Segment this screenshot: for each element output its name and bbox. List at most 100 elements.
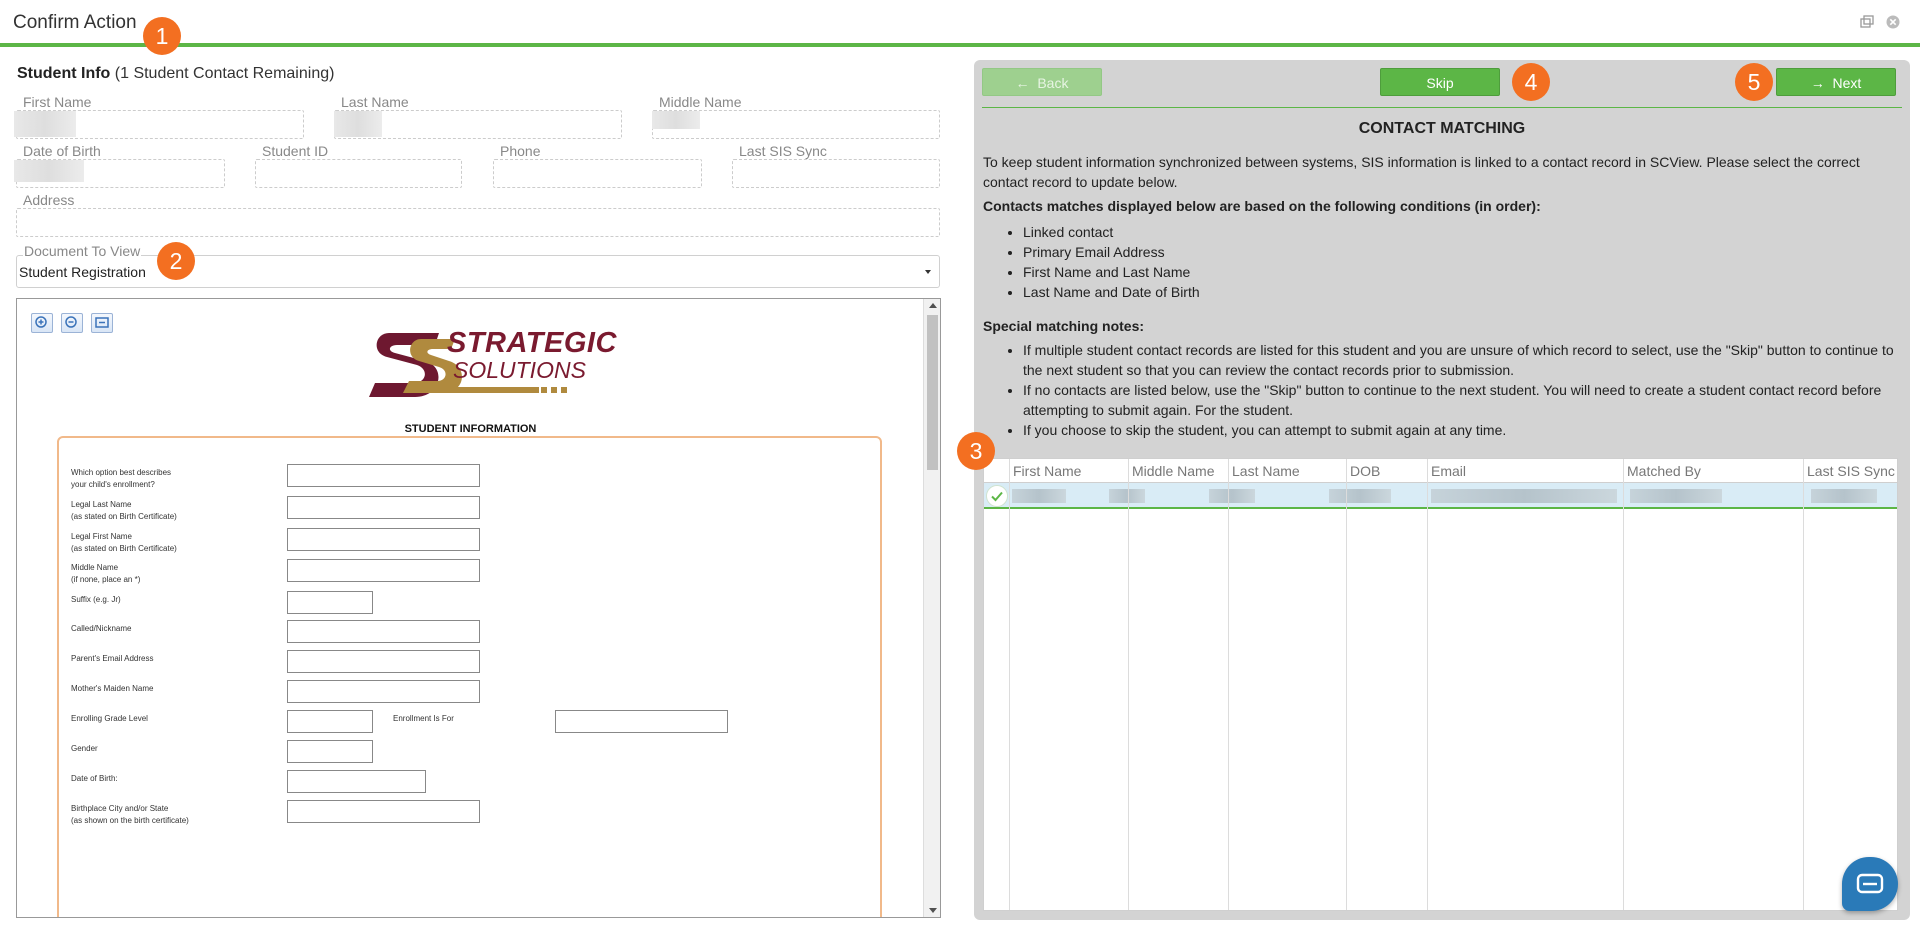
form-row-label-line2: your child's enrollment? — [71, 480, 155, 489]
condition-item: First Name and Last Name — [1023, 262, 1200, 282]
column-divider — [1228, 483, 1229, 910]
form-row-label-line1: Suffix (e.g. Jr) — [71, 595, 121, 604]
chevron-down-icon — [925, 270, 931, 274]
conditions-list: Linked contactPrimary Email AddressFirst… — [983, 222, 1200, 302]
student-id-field: Student ID — [255, 143, 462, 188]
row-dob — [1329, 489, 1391, 503]
form-row-label: Parent's Email Address — [71, 653, 153, 665]
form-row-label-line1: Enrolling Grade Level — [71, 714, 148, 723]
form-row-label: Which option best describes your child's … — [71, 467, 171, 491]
form-row-label-line1: Middle Name — [71, 563, 119, 572]
middle-name-label: Middle Name — [659, 94, 742, 110]
column-header[interactable]: Email — [1427, 459, 1623, 483]
zoom-in-icon[interactable] — [31, 313, 53, 333]
conditions-heading: Contacts matches displayed below are bas… — [983, 198, 1541, 214]
chat-button[interactable] — [1842, 857, 1898, 911]
dob-field: Date of Birth — [14, 143, 225, 188]
condition-item: Last Name and Date of Birth — [1023, 282, 1200, 302]
row-matched-by — [1630, 489, 1722, 503]
column-divider — [1803, 483, 1804, 910]
notes-heading: Special matching notes: — [983, 318, 1145, 334]
skip-label: Skip — [1426, 75, 1454, 91]
form-row-label-line1: Legal Last Name — [71, 500, 132, 509]
form-row-label-line2: (as stated on Birth Certificate) — [71, 512, 177, 521]
form-row-label-line1: Gender — [71, 744, 98, 753]
column-header[interactable]: Middle Name — [1128, 459, 1228, 483]
callout-badge-4: 4 — [1512, 63, 1550, 101]
contact-matching-title: CONTACT MATCHING — [1358, 120, 1526, 137]
form-row-label: Mother's Maiden Name — [71, 683, 153, 695]
restore-icon[interactable] — [1860, 15, 1874, 29]
zoom-out-icon[interactable] — [61, 313, 83, 333]
skip-button[interactable]: Skip — [1380, 68, 1500, 96]
scroll-down-icon[interactable] — [929, 908, 937, 913]
form-input-box — [287, 559, 480, 582]
document-select-value: Student Registration — [19, 264, 146, 280]
next-button[interactable]: → Next — [1776, 68, 1896, 96]
student-id-label: Student ID — [262, 143, 329, 159]
last-sis-sync-field: Last SIS Sync — [732, 143, 940, 188]
form-input-box — [287, 464, 480, 487]
logo-text-solutions: SOLUTIONS — [453, 357, 586, 383]
scrollbar-thumb[interactable] — [927, 315, 938, 470]
form-row-label-line1: Called/Nickname — [71, 624, 132, 633]
form-title: STUDENT INFORMATION — [404, 423, 537, 435]
enrollment-for-box — [555, 710, 728, 733]
last-sis-sync-label: Last SIS Sync — [739, 143, 827, 159]
form-input-box — [287, 591, 373, 614]
student-info-heading: Student Info (1 Student Contact Remainin… — [17, 65, 334, 83]
next-label: Next — [1832, 75, 1862, 91]
last-name-value — [334, 111, 382, 137]
first-name-field: First Name — [14, 94, 304, 139]
dialog-title: Confirm Action — [13, 12, 137, 33]
form-input-box — [287, 680, 480, 703]
column-header[interactable]: Last Name — [1228, 459, 1346, 483]
dob-label: Date of Birth — [23, 143, 101, 159]
middle-name-field: Middle Name — [652, 94, 940, 139]
arrow-left-icon: ← — [1015, 75, 1038, 91]
callout-badge-2: 2 — [157, 242, 195, 280]
form-row-label: Birthplace City and/or State (as shown on… — [71, 803, 189, 827]
check-icon[interactable] — [986, 485, 1008, 507]
logo-text-strategic: STRATEGIC — [447, 327, 617, 359]
column-divider — [1427, 483, 1428, 910]
column-divider — [1009, 483, 1010, 910]
form-row-label-line1: Birthplace City and/or State — [71, 804, 169, 813]
form-row-label: Legal First Name (as stated on Birth Cert… — [71, 531, 177, 555]
note-item: If you choose to skip the student, you c… — [1023, 420, 1898, 440]
form-row-label-line1: Mother's Maiden Name — [71, 684, 154, 693]
viewer-scrollbar[interactable] — [923, 299, 940, 917]
close-icon[interactable] — [1886, 15, 1900, 29]
form-row-label: Middle Name (if none, place an *) — [71, 562, 140, 586]
column-header[interactable]: DOB — [1346, 459, 1427, 483]
table-row[interactable] — [984, 483, 1897, 509]
form-input-box — [287, 528, 480, 551]
phone-field: Phone — [493, 143, 702, 188]
student-id-box — [255, 159, 462, 188]
note-item: If no contacts are listed below, use the… — [1023, 380, 1898, 420]
column-divider — [1128, 483, 1129, 910]
row-middle-name — [1109, 489, 1145, 503]
column-divider — [1346, 483, 1347, 910]
callout-badge-1: 1 — [143, 17, 181, 55]
form-input-box — [287, 710, 373, 733]
back-button[interactable]: ← Back — [982, 68, 1102, 96]
document-viewer[interactable]: STRATEGIC SOLUTIONS STUDENT INFORMATION … — [16, 298, 941, 918]
form-input-box — [287, 740, 373, 763]
form-row-label-line1: Date of Birth: — [71, 774, 118, 783]
callout-badge-3: 3 — [957, 432, 995, 470]
column-header[interactable]: Matched By — [1623, 459, 1803, 483]
condition-item: Linked contact — [1023, 222, 1200, 242]
document-select[interactable]: Student Registration — [16, 255, 940, 288]
column-divider — [1623, 483, 1624, 910]
fit-page-icon[interactable] — [91, 313, 113, 333]
title-bar: Confirm Action — [0, 0, 1920, 47]
contact-matching-panel: ← Back Skip → Next CONTACT MATCHING To k… — [974, 60, 1910, 920]
form-row-label-line2: (as shown on the birth certificate) — [71, 816, 189, 825]
scroll-up-icon[interactable] — [929, 303, 937, 308]
column-header[interactable]: Last SIS Sync — [1803, 459, 1899, 483]
first-name-label: First Name — [23, 94, 92, 110]
form-row-label: Date of Birth: — [71, 773, 118, 785]
column-header[interactable]: First Name — [1009, 459, 1128, 483]
form-row-label-line1: Which option best describes — [71, 468, 172, 477]
